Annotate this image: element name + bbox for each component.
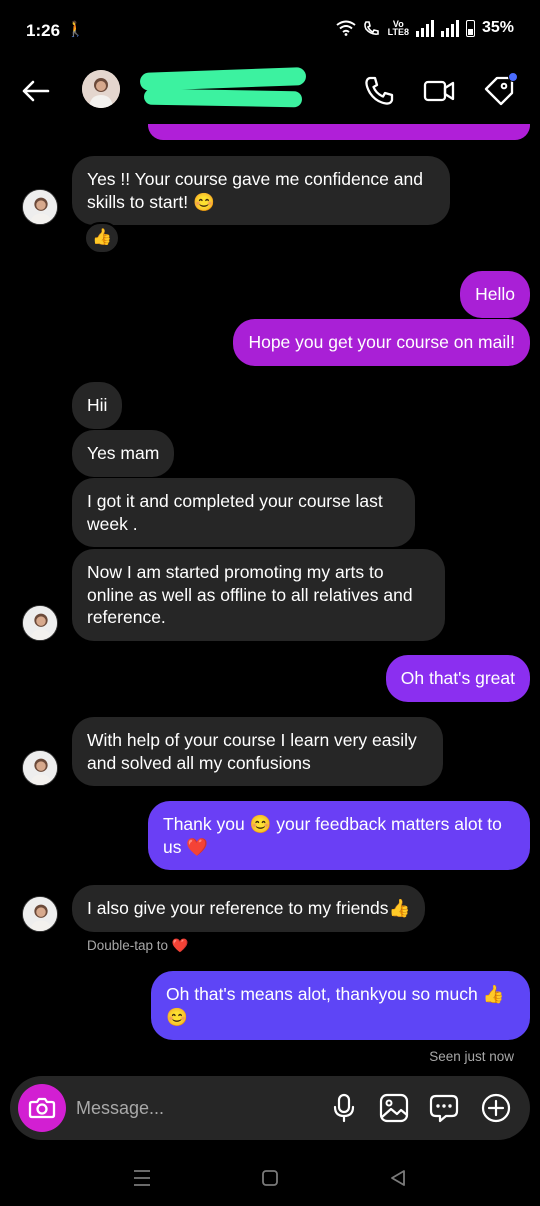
back-button[interactable] [18, 73, 54, 109]
microphone-icon [333, 1093, 355, 1123]
camera-button[interactable] [18, 1084, 66, 1132]
status-icons: Vo LTE8 35% [336, 19, 514, 37]
call-button[interactable] [362, 74, 396, 108]
signal-2-icon [440, 19, 459, 37]
voice-message-button[interactable] [328, 1092, 360, 1124]
outgoing-message[interactable]: Hello [460, 271, 530, 318]
incoming-message[interactable]: I got it and completed your course last … [72, 478, 415, 547]
avatar-image [23, 606, 57, 640]
sender-avatar[interactable] [22, 605, 58, 641]
message-reaction[interactable]: 👍 [84, 222, 120, 254]
triangle-back-icon [391, 1170, 405, 1186]
message-thread[interactable]: Yes !! Your course gave me confidence an… [0, 124, 540, 1070]
message-composer [10, 1076, 530, 1140]
home-button[interactable] [258, 1166, 282, 1190]
partial-outgoing-bubble [148, 124, 530, 140]
battery-level: 35% [481, 19, 514, 36]
menu-icon [134, 1170, 150, 1186]
contact-avatar[interactable] [82, 70, 120, 108]
incoming-message[interactable]: With help of your course I learn very ea… [72, 717, 443, 786]
chat-header [0, 62, 540, 124]
redaction-mark-2 [143, 88, 303, 108]
avatar-image [82, 70, 120, 108]
sender-avatar[interactable] [22, 750, 58, 786]
signal-icon [415, 19, 434, 37]
incoming-message[interactable]: I also give your reference to my friends… [72, 885, 426, 932]
incoming-message[interactable]: Now I am started promoting my arts to on… [72, 549, 445, 641]
plus-circle-icon [481, 1093, 511, 1123]
notification-dot [508, 72, 518, 82]
add-button[interactable] [480, 1092, 512, 1124]
double-tap-hint: Double-tap to ❤️ [87, 938, 189, 953]
sender-avatar[interactable] [22, 896, 58, 932]
sticker-button[interactable] [428, 1092, 460, 1124]
chat-bubble-icon [429, 1094, 459, 1123]
video-camera-icon [423, 80, 455, 102]
status-bar: 1:26 🚶 Vo LTE8 35% [0, 0, 540, 62]
wifi-icon [336, 20, 356, 36]
recents-button[interactable] [130, 1166, 154, 1190]
outgoing-message[interactable]: Thank you 😊 your feedback matters alot t… [148, 801, 530, 870]
volte-bottom-label: LTE8 [387, 27, 409, 37]
avatar-image [23, 751, 57, 785]
outgoing-message[interactable]: Hope you get your course on mail! [233, 319, 530, 366]
battery-icon [465, 19, 475, 37]
video-call-button[interactable] [422, 74, 456, 108]
status-time: 1:26 [26, 21, 61, 40]
arrow-left-icon [22, 80, 50, 102]
outgoing-message[interactable]: Oh that's means alot, thankyou so much 👍… [151, 971, 530, 1040]
contact-name[interactable] [139, 66, 308, 110]
message-input[interactable] [76, 1096, 316, 1120]
camera-icon [28, 1097, 56, 1119]
incoming-message[interactable]: Yes !! Your course gave me confidence an… [72, 156, 450, 225]
walking-icon: 🚶 [66, 21, 85, 38]
outgoing-message[interactable]: Oh that's great [385, 655, 530, 702]
phone-icon [365, 76, 394, 105]
incoming-message[interactable]: Hii [72, 382, 123, 429]
avatar-image [23, 897, 57, 931]
square-icon [262, 1170, 278, 1186]
avatar-image [23, 190, 57, 224]
system-back-button[interactable] [386, 1166, 410, 1190]
gallery-button[interactable] [378, 1092, 410, 1124]
sender-avatar[interactable] [22, 189, 58, 225]
image-icon [379, 1093, 409, 1123]
seen-status: Seen just now [429, 1049, 514, 1064]
redaction-mark [139, 67, 307, 91]
volte-indicator: Vo LTE8 [387, 20, 409, 37]
incoming-message[interactable]: Yes mam [72, 430, 175, 477]
system-nav-bar [0, 1150, 540, 1206]
wifi-calling-icon [363, 21, 379, 35]
